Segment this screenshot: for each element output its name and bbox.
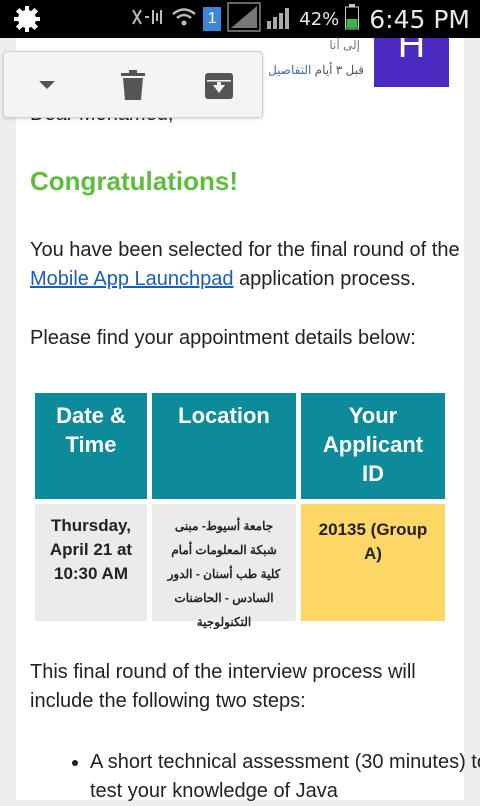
location-value: جامعة أسيوط- مبنى شبكة المعلومات أمام كل… xyxy=(167,519,281,629)
battery-percent: 42% xyxy=(299,8,340,30)
applicant-id-value: 20135 (Group A) xyxy=(318,520,428,563)
signal-bars-icon xyxy=(267,5,293,34)
clock: 6:45 PM xyxy=(369,4,470,34)
battery-icon xyxy=(345,3,360,35)
header-date-label: Date & Time xyxy=(56,403,126,457)
table-header-location: Location xyxy=(152,393,296,499)
cell-date: Thursday, April 21 at 10:30 AM xyxy=(35,504,147,621)
final-round-paragraph: This final round of the interview proces… xyxy=(30,661,416,712)
cell-applicant-id: 20135 (Group A) xyxy=(301,504,445,621)
signal-strength-icon xyxy=(227,1,261,37)
sim-badge: 1 xyxy=(207,10,217,27)
delete-button[interactable] xyxy=(113,65,153,105)
header-id-label: Your Applicant ID xyxy=(322,403,424,486)
trash-icon xyxy=(121,69,145,100)
action-toolbar xyxy=(3,51,263,118)
sender-avatar[interactable]: H xyxy=(374,38,449,87)
archive-button[interactable] xyxy=(199,65,239,105)
details-intro: Please find your appointment details bel… xyxy=(30,327,416,349)
date-value: Thursday, April 21 at 10:30 AM xyxy=(49,516,133,583)
gear-notification-icon xyxy=(14,6,40,32)
status-icons: 1 42% 6:45 PM xyxy=(131,0,470,38)
header-location-label: Location xyxy=(178,403,270,428)
recipient-label: إلى أنا xyxy=(329,38,360,52)
status-bar: 1 42% 6:45 PM xyxy=(0,0,480,38)
cell-location: جامعة أسيوط- مبنى شبكة المعلومات أمام كل… xyxy=(152,504,296,629)
wifi-icon xyxy=(171,5,197,34)
details-link[interactable]: التفاصيل xyxy=(268,63,311,77)
archive-icon xyxy=(205,72,233,99)
para1-after: application process. xyxy=(233,268,416,290)
mobile-app-launchpad-link[interactable]: Mobile App Launchpad xyxy=(30,268,234,290)
sim-1-icon: 1 xyxy=(203,7,222,31)
chevron-down-icon xyxy=(39,80,55,89)
table-header-date: Date & Time xyxy=(35,393,147,499)
list-item: A short technical assessment (30 minutes… xyxy=(90,748,480,806)
selection-paragraph: You have been selected for the final rou… xyxy=(30,236,460,294)
table-header-applicant-id: Your Applicant ID xyxy=(301,393,445,499)
mute-icon xyxy=(131,6,165,33)
para1-before: You have been selected for the final rou… xyxy=(30,239,460,261)
time-ago: قبل ٣ أيام xyxy=(314,63,364,77)
congrats-heading: Congratulations! xyxy=(30,166,238,196)
avatar-letter: H xyxy=(397,38,426,66)
email-meta: قبل ٣ أيام التفاصيل xyxy=(262,63,364,77)
expand-button[interactable] xyxy=(27,65,67,105)
steps-list: A short technical assessment (30 minutes… xyxy=(60,748,480,806)
